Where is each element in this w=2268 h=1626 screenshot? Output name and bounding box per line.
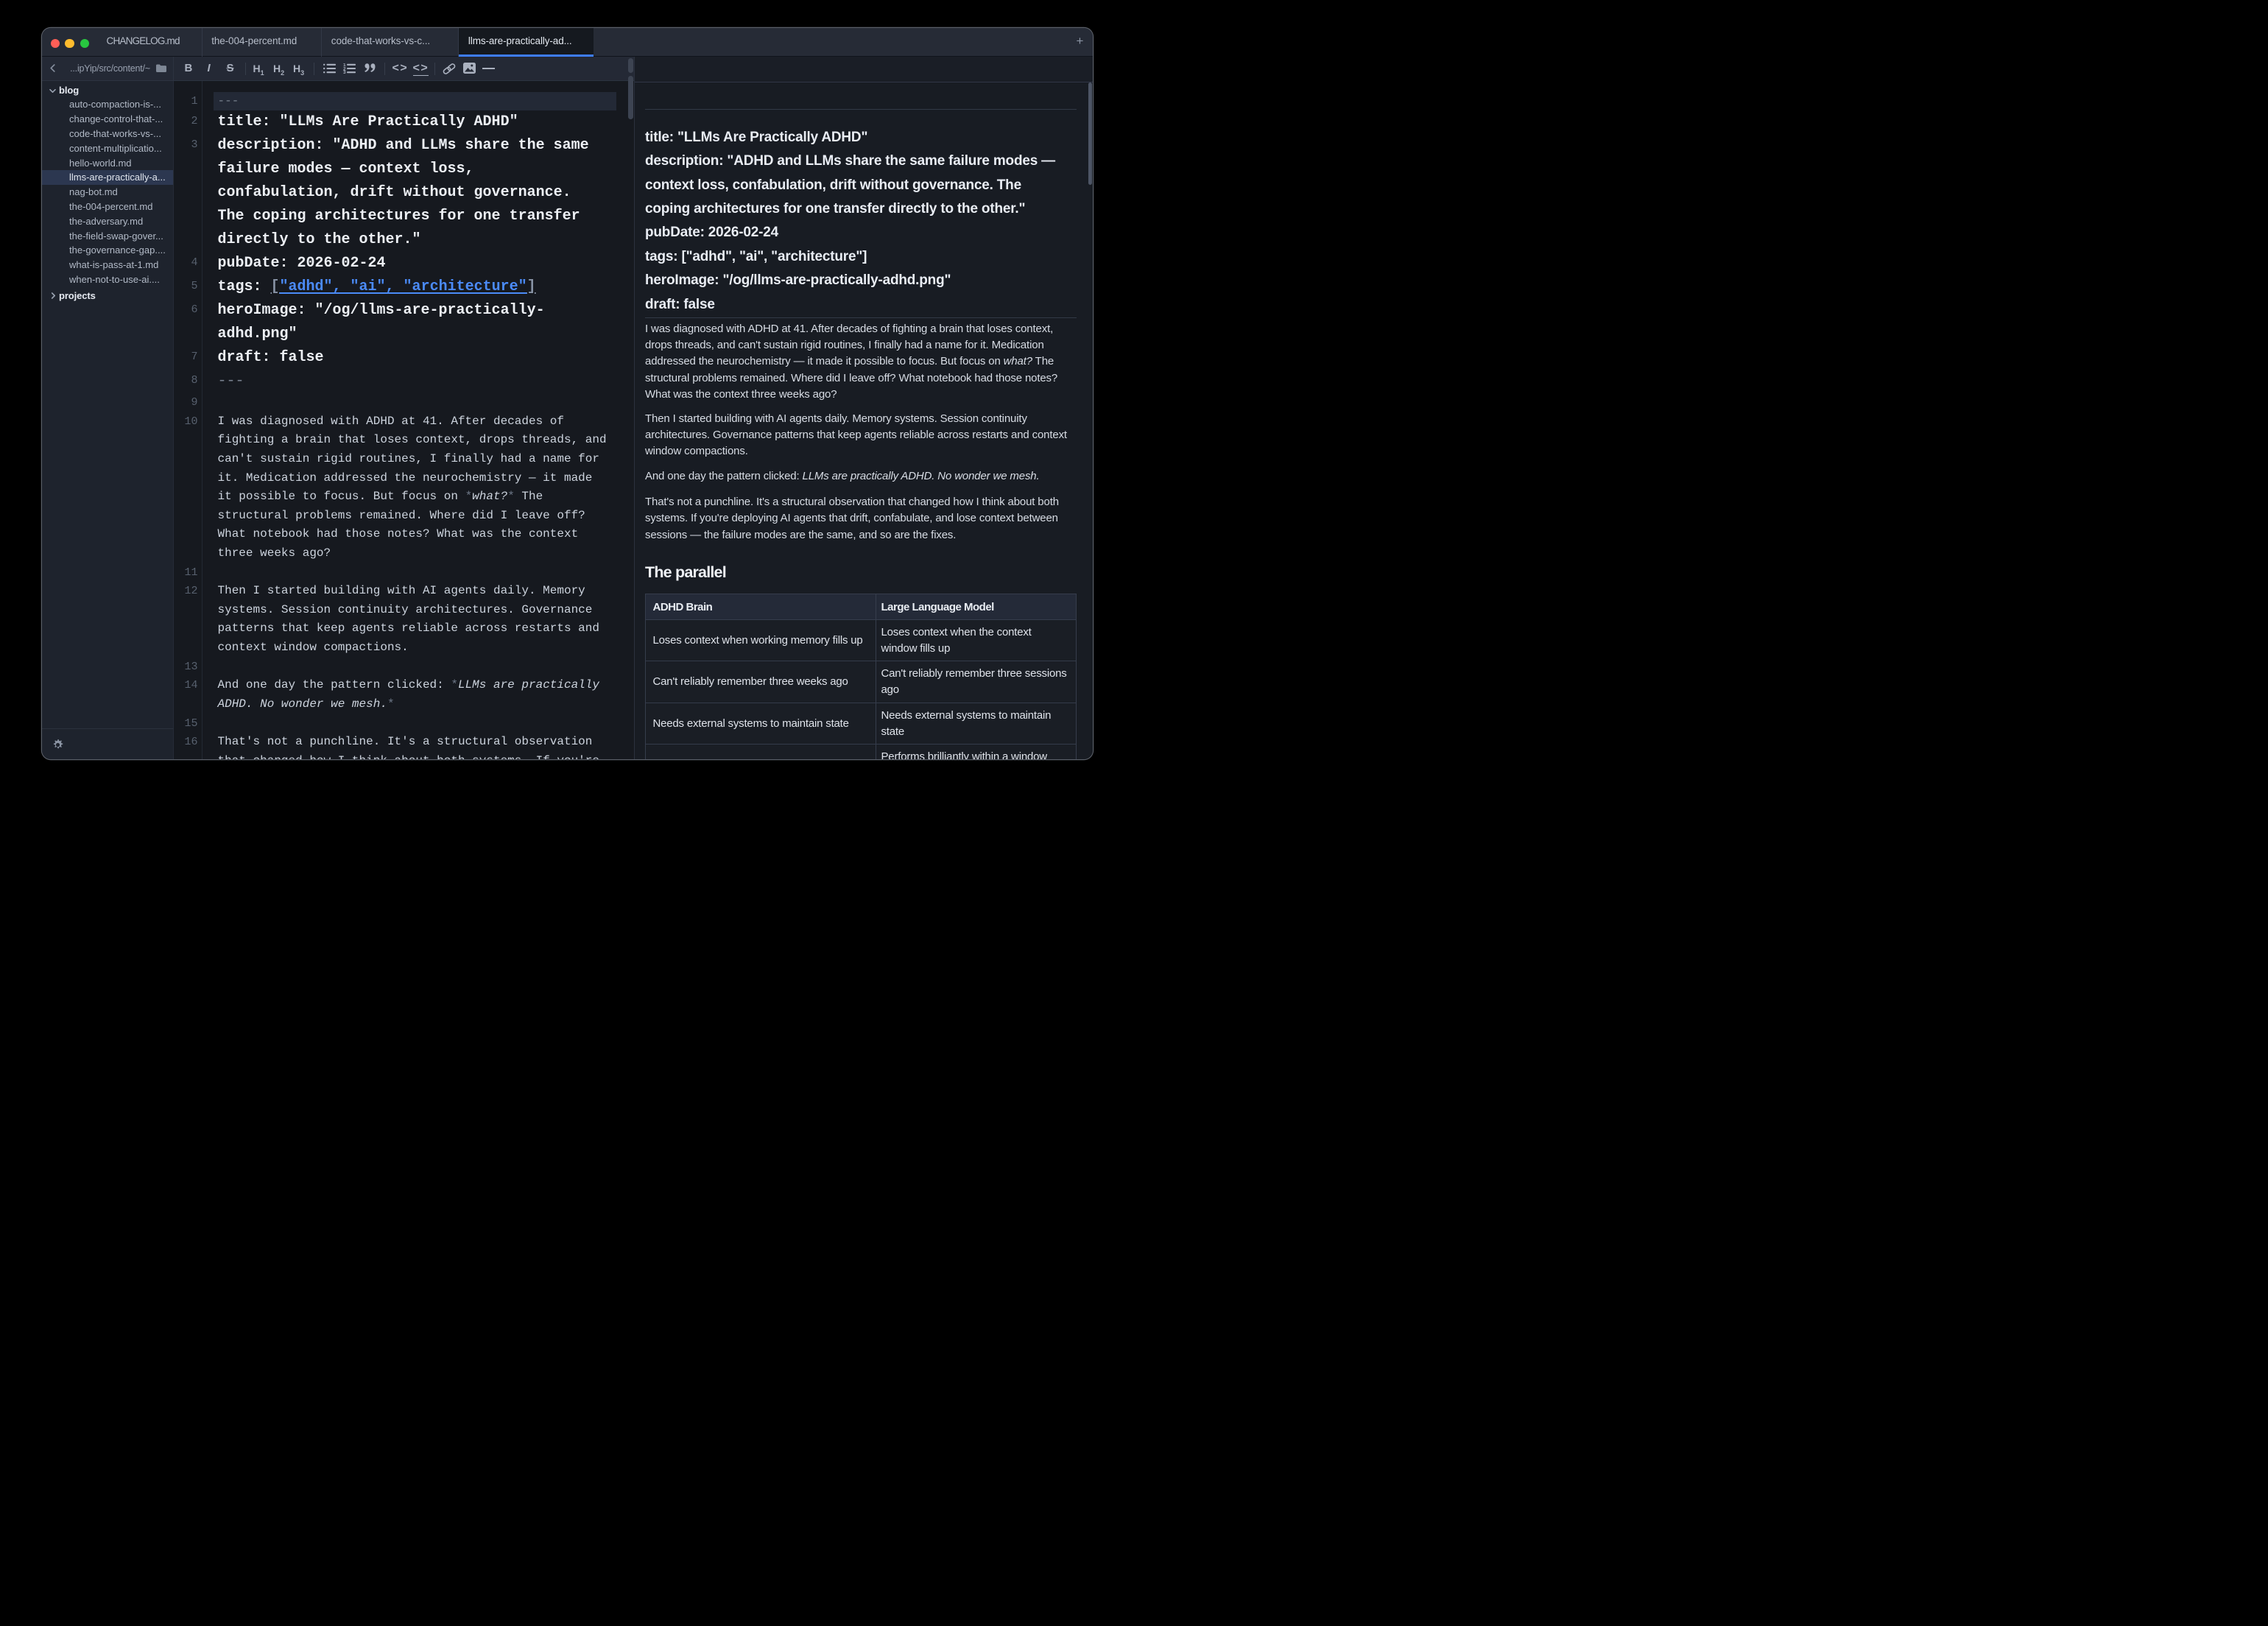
svg-text:3: 3 [343,70,346,74]
